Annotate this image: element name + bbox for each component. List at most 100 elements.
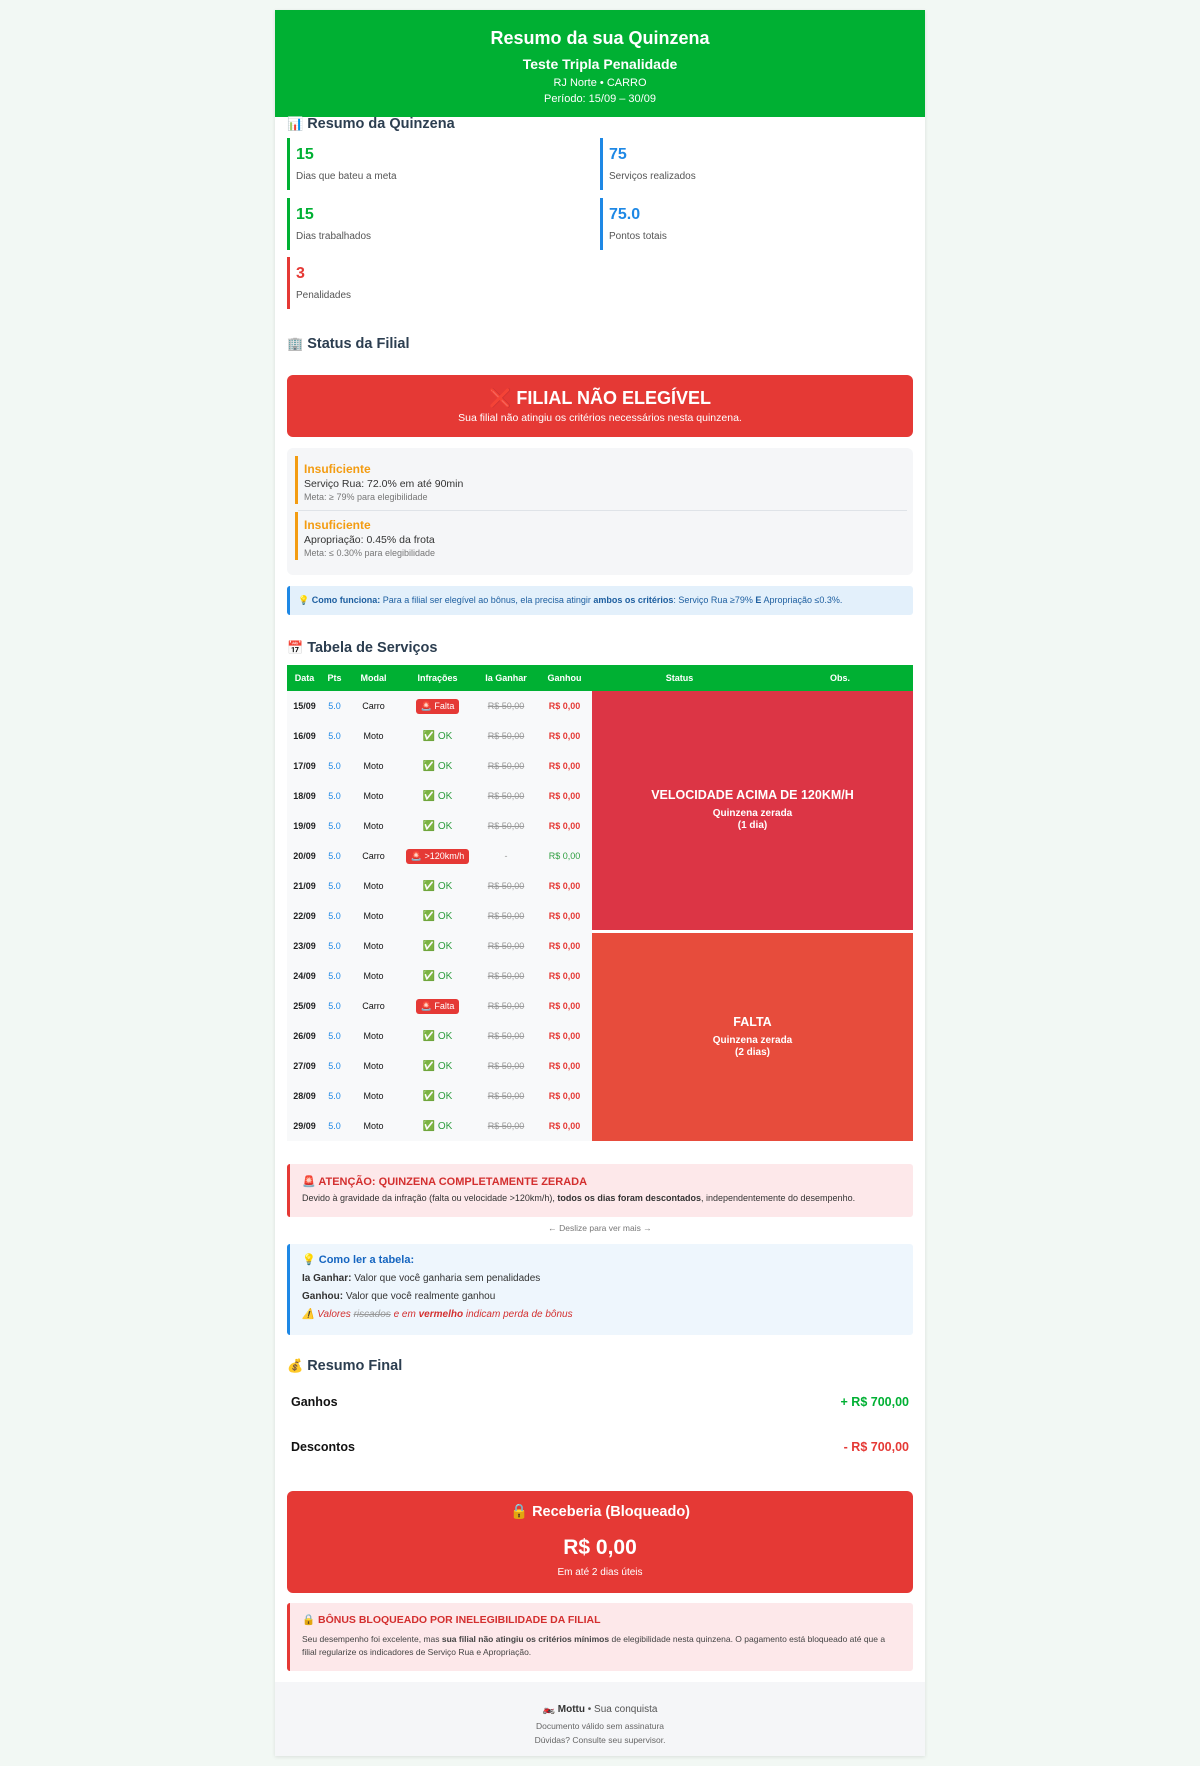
cell-earned: R$ 0,00: [537, 1081, 592, 1111]
cell-date: 18/09: [287, 781, 322, 811]
cell-modal: Moto: [347, 1021, 400, 1051]
howto-label: Ia Ganhar:: [302, 1273, 352, 1284]
status-title: FALTA: [733, 1014, 772, 1029]
cell-points: 5.0: [322, 1081, 347, 1111]
cell-modal: Moto: [347, 931, 400, 961]
cell-modal: Moto: [347, 1051, 400, 1081]
column-header: Infrações: [400, 665, 475, 691]
status-sub-line: (2 dias): [734, 1046, 770, 1058]
cell-date: 24/09: [287, 961, 322, 991]
motorcycle-icon: 🏍️: [542, 1704, 555, 1715]
cell-modal: Moto: [347, 781, 400, 811]
warning-icon: ⚠️: [302, 1309, 315, 1320]
stat-value: 75.0: [609, 206, 641, 223]
cell-would-earn: R$ 50,00: [475, 871, 537, 901]
criterion-goal: Meta: ≤ 0.30% para elegibilidade: [304, 548, 436, 558]
alert-text: Devido à gravidade da infração (falta ou…: [302, 1193, 901, 1203]
banner-title-text: FILIAL NÃO ELEGÍVEL: [516, 388, 712, 408]
cell-points: 5.0: [322, 871, 347, 901]
cell-date: 19/09: [287, 811, 322, 841]
stat-value: 15: [296, 146, 314, 163]
info-text: Para a filial ser elegível ao bônus, ela…: [382, 595, 591, 605]
cell-earned: R$ 0,00: [537, 751, 592, 781]
table-row: 23/09 5.0 Moto ✅ OK R$ 50,00 R$ 0,00 FALTA Quin…: [287, 931, 913, 1141]
building-icon: 🏢: [287, 336, 304, 351]
branch-status-banner: ❌ FILIAL NÃO ELEGÍVEL Sua filial não ati…: [287, 375, 913, 437]
gains-value: + R$ 700,00: [840, 1395, 909, 1409]
footer-validity: Documento válido sem assinatura: [535, 1721, 665, 1731]
cell-modal: Moto: [347, 901, 400, 931]
cell-modal: Carro: [347, 991, 400, 1021]
stat-label: Pontos totais: [609, 231, 667, 242]
ok-status: ✅ OK: [422, 910, 453, 922]
gains-row: Ganhos + R$ 700,00: [287, 1389, 913, 1415]
services-title-text: Tabela de Serviços: [307, 640, 438, 656]
cell-earned: R$ 0,00: [537, 1051, 592, 1081]
table-row: 15/09 5.0 Carro 🚨 Falta R$ 50,00 R$ 0,00 VELOC…: [287, 691, 913, 933]
cell-infractions: ✅ OK: [400, 811, 475, 841]
stat-label: Dias trabalhados: [296, 231, 372, 242]
alert-title-text: ATENÇÃO: QUINZENA COMPLETAMENTE ZERADA: [318, 1176, 588, 1188]
stat-worked-days: 15 Dias trabalhados: [287, 198, 577, 250]
region-subtitle: RJ Norte • CARRO: [553, 77, 647, 89]
warn-bold: vermelho: [418, 1309, 464, 1320]
cell-earned: R$ 0,00: [537, 1021, 592, 1051]
cell-would-earn: R$ 50,00: [475, 1111, 537, 1141]
swipe-hint: ← Deslize para ver mais →: [548, 1223, 652, 1233]
cell-would-earn: R$ 50,00: [475, 1081, 537, 1111]
lock-icon: 🔒: [302, 1614, 316, 1626]
cell-infractions: ✅ OK: [400, 871, 475, 901]
cell-infractions: ✅ OK: [400, 931, 475, 961]
criterion-detail: Apropriação: 0.45% da frota: [304, 534, 435, 546]
footer-brand-line: 🏍️ Mottu • Sua conquista: [275, 1704, 925, 1717]
banner-text: Sua filial não atingiu os critérios nece…: [458, 412, 742, 424]
cell-modal: Carro: [347, 691, 400, 721]
cell-date: 23/09: [287, 931, 322, 961]
summary-section-title: 📊 Resumo da Quinzena: [287, 114, 455, 134]
cell-would-earn: R$ 50,00: [475, 691, 537, 721]
howto-title: 💡 Como ler a tabela:: [302, 1253, 901, 1267]
ok-status: ✅ OK: [422, 1030, 453, 1042]
cell-points: 5.0: [322, 1021, 347, 1051]
howto-line: Ganhou: Valor que você realmente ganhou: [302, 1290, 901, 1303]
criterion-street-service: Insuficiente Serviço Rua: 72.0% em até 9…: [295, 456, 907, 504]
status-sub-line: Quinzena zerada: [712, 1034, 793, 1046]
info-bold: E: [755, 595, 762, 605]
status-speeding-block: VELOCIDADE ACIMA DE 120KM/H Quinzena zera…: [592, 691, 913, 933]
final-title-text: Resumo Final: [307, 1358, 403, 1374]
cell-date: 15/09: [287, 691, 322, 721]
header: Resumo da sua Quinzena Teste Tripla Pena…: [275, 10, 925, 117]
blocked-title: 🔒 BÔNUS BLOQUEADO POR INELEGIBILIDADE DA…: [302, 1613, 901, 1627]
blocked-text: Seu desempenho foi excelente, mas sua fi…: [302, 1633, 901, 1659]
money-bag-icon: 💰: [287, 1358, 304, 1373]
cell-would-earn: R$ 50,00: [475, 811, 537, 841]
ok-status: ✅ OK: [422, 760, 453, 772]
stat-goal-days: 15 Dias que bateu a meta: [287, 138, 577, 190]
info-text: Apropriação ≤0.3%.: [763, 595, 843, 605]
ok-status: ✅ OK: [422, 1090, 453, 1102]
cell-infractions: 🚨 Falta: [400, 991, 475, 1021]
calendar-icon: 📅: [287, 640, 304, 655]
cell-modal: Moto: [347, 1111, 400, 1141]
cell-date: 29/09: [287, 1111, 322, 1141]
status-absence-block: FALTA Quinzena zerada (2 dias): [592, 931, 913, 1141]
cell-infractions: ✅ OK: [400, 1111, 475, 1141]
cell-earned: R$ 0,00: [537, 781, 592, 811]
cell-modal: Moto: [347, 721, 400, 751]
cell-modal: Moto: [347, 811, 400, 841]
how-it-works-info: 💡 Como funciona: Para a filial ser elegí…: [287, 586, 913, 615]
stat-points: 75.0 Pontos totais: [600, 198, 890, 250]
criterion-appropriation: Insuficiente Apropriação: 0.45% da frota…: [295, 512, 907, 560]
howto-warning: ⚠️ Valores riscados e em vermelho indica…: [302, 1308, 901, 1321]
cell-infractions: 🚨 >120km/h: [400, 841, 475, 871]
cell-date: 16/09: [287, 721, 322, 751]
receive-note: Em até 2 dias úteis: [557, 1567, 643, 1578]
stat-value: 15: [296, 206, 314, 223]
brand-name: Mottu: [557, 1704, 585, 1715]
cell-infractions: ✅ OK: [400, 961, 475, 991]
ok-status: ✅ OK: [422, 730, 453, 742]
siren-icon: 🚨: [302, 1176, 316, 1188]
column-header: Modal: [347, 665, 400, 691]
footer-contact: Dúvidas? Consulte seu supervisor.: [534, 1735, 666, 1745]
alert-text-part: Devido à gravidade da infração (falta ou…: [302, 1193, 555, 1203]
